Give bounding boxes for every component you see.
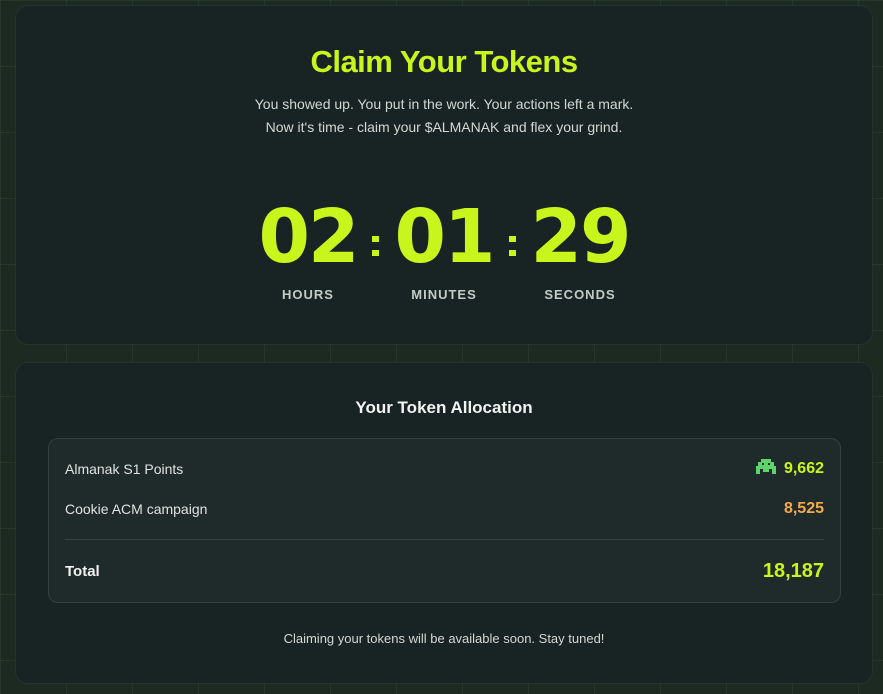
claim-description-line-1: You showed up. You put in the work. Your… bbox=[254, 96, 634, 112]
countdown-minutes: 01 MINUTES bbox=[384, 192, 504, 302]
countdown-timer: 02 HOURS 01 MINUTES 29 SECONDS bbox=[16, 192, 872, 312]
total-label: Total bbox=[65, 562, 100, 580]
allocation-row-s1-points: Almanak S1 Points 9,662 bbox=[65, 457, 824, 481]
space-invader-icon bbox=[755, 458, 776, 480]
row-label: Cookie ACM campaign bbox=[65, 501, 208, 517]
allocation-table: Almanak S1 Points 9,662 Cookie ACM campa… bbox=[48, 438, 841, 603]
row-value-group: 9,662 bbox=[755, 458, 824, 480]
row-value: 8,525 bbox=[783, 500, 824, 517]
claim-title: Claim Your Tokens bbox=[310, 44, 578, 79]
row-value: 9,662 bbox=[783, 460, 824, 477]
row-label: Almanak S1 Points bbox=[65, 461, 184, 477]
total-value: 18,187 bbox=[762, 559, 824, 582]
minutes-label: MINUTES bbox=[411, 287, 477, 302]
countdown-hours: 02 HOURS bbox=[248, 192, 368, 302]
seconds-value: 29 bbox=[530, 194, 632, 280]
allocation-total-row: Total 18,187 bbox=[65, 559, 824, 583]
minutes-value: 01 bbox=[394, 194, 496, 280]
hours-value: 02 bbox=[258, 194, 360, 280]
countdown-seconds: 29 SECONDS bbox=[520, 192, 640, 302]
allocation-row-cookie-acm: Cookie ACM campaign 8,525 bbox=[65, 497, 824, 521]
seconds-label: SECONDS bbox=[544, 287, 616, 302]
allocation-title: Your Token Allocation bbox=[355, 398, 533, 417]
hours-label: HOURS bbox=[282, 287, 334, 302]
claim-description-line-2: Now it's time - claim your $ALMANAK and … bbox=[265, 119, 623, 135]
claim-availability-note: Claiming your tokens will be available s… bbox=[283, 631, 605, 646]
claim-card: Claim Your Tokens You showed up. You put… bbox=[16, 6, 872, 344]
countdown-separator bbox=[509, 236, 517, 258]
allocation-card: Your Token Allocation Almanak S1 Points bbox=[16, 363, 872, 683]
divider bbox=[65, 539, 824, 540]
countdown-separator bbox=[372, 236, 380, 258]
claim-description: You showed up. You put in the work. Your… bbox=[16, 93, 872, 139]
